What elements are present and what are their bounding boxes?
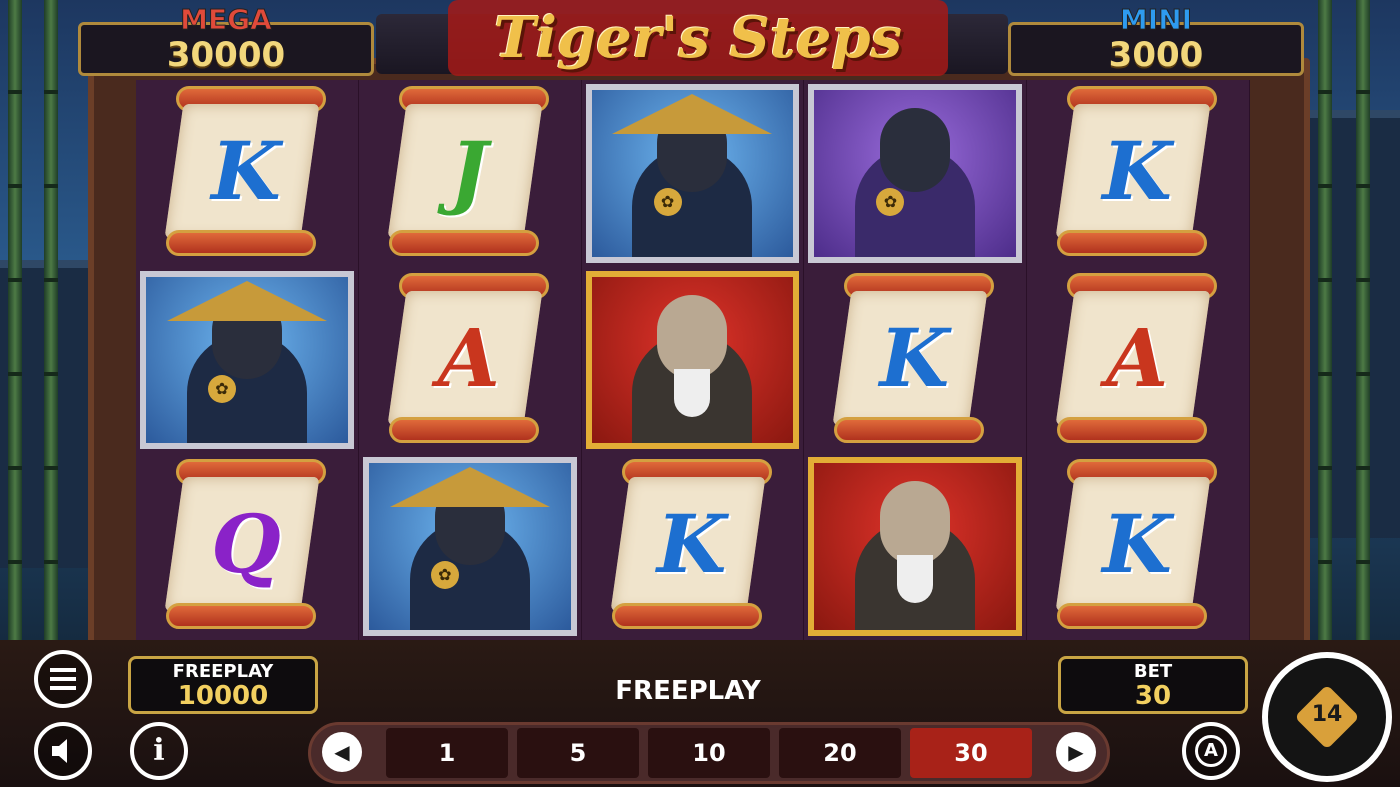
scroll-rod xyxy=(834,416,985,443)
scroll-symbol-k: K xyxy=(1055,86,1218,256)
reel-cell: K xyxy=(136,80,359,267)
balance-label: FREEPLAY xyxy=(172,661,274,682)
bet-option-1[interactable]: 1 xyxy=(386,728,508,778)
straw-hat xyxy=(612,94,773,134)
freeplay-balance: FREEPLAY 10000 xyxy=(128,656,318,714)
blue-ninja-symbol: ✿ xyxy=(362,457,577,636)
blue-ninja-symbol: ✿ xyxy=(585,84,800,263)
paw-emblem-icon: ✿ xyxy=(430,561,459,590)
info-button[interactable]: i xyxy=(130,722,188,780)
straw-hat xyxy=(166,280,327,321)
reel-grid: K J ✿ ✿ K ✿ A K A Q ✿ K K xyxy=(136,80,1250,640)
reel-cell: K xyxy=(582,453,805,640)
scroll-symbol-k: K xyxy=(610,459,772,630)
monk-symbol xyxy=(585,270,800,450)
bet-option-30[interactable]: 30 xyxy=(910,728,1032,778)
blue-ninja-symbol: ✿ xyxy=(140,270,354,450)
chevron-left-icon: ◀ xyxy=(334,740,350,764)
straw-hat xyxy=(389,467,550,508)
bet-prev-button[interactable]: ◀ xyxy=(322,732,362,772)
symbol-letter: K xyxy=(211,124,281,218)
menu-button[interactable] xyxy=(34,650,92,708)
reel-cell: A xyxy=(1027,266,1250,454)
autoplay-icon: A xyxy=(1195,735,1227,767)
bet-next-button[interactable]: ▶ xyxy=(1056,732,1096,772)
reel-cell: Q xyxy=(136,453,359,640)
symbol-letter: K xyxy=(879,310,950,405)
mega-jackpot-label: MEGA xyxy=(180,3,273,37)
scroll-symbol-k: K xyxy=(1055,459,1218,630)
scroll-rod xyxy=(388,416,539,443)
bamboo-stalk xyxy=(8,0,22,700)
mode-label: FREEPLAY xyxy=(615,676,761,706)
reel-cell: ✿ xyxy=(582,80,805,267)
monk-beard xyxy=(897,555,934,604)
reel-cell: ✿ xyxy=(136,266,359,454)
autoplay-button[interactable]: A xyxy=(1182,722,1240,780)
mini-jackpot: MINI 3000 xyxy=(1008,3,1304,76)
spin-button[interactable]: 14 xyxy=(1262,652,1392,782)
symbol-letter: A xyxy=(437,310,500,405)
spin-badge: 14 xyxy=(1311,702,1343,727)
scroll-rod xyxy=(611,603,762,630)
mini-jackpot-value: 3000 xyxy=(1108,35,1204,75)
reel-cell: K xyxy=(1027,80,1250,267)
scroll-symbol-q: Q xyxy=(164,459,326,630)
mega-jackpot-value: 30000 xyxy=(166,35,286,75)
bamboo-stalk xyxy=(44,0,58,700)
symbol-letter: K xyxy=(1102,497,1172,592)
monk-head xyxy=(657,294,728,379)
scroll-rod xyxy=(1057,230,1208,256)
symbol-letter: K xyxy=(1102,124,1172,218)
game-title: Tiger's Steps xyxy=(493,5,903,71)
bamboo-stalk xyxy=(1318,0,1332,700)
monk-symbol xyxy=(808,457,1023,636)
scroll-symbol-k: K xyxy=(164,86,326,256)
scroll-symbol-k: K xyxy=(832,272,995,443)
bet-option-10[interactable]: 10 xyxy=(648,728,770,778)
reel-cell: ✿ xyxy=(804,80,1028,267)
scroll-symbol-a: A xyxy=(387,272,549,443)
symbol-letter: Q xyxy=(211,497,281,592)
scroll-symbol-j: J xyxy=(387,86,549,256)
reel-cell xyxy=(804,453,1028,640)
reel-cell: ✿ xyxy=(359,453,582,640)
purple-ninja-symbol: ✿ xyxy=(808,84,1023,263)
mega-jackpot: MEGA 30000 xyxy=(78,3,374,76)
bet-label: BET xyxy=(1133,661,1173,682)
bet-display: BET 30 xyxy=(1058,656,1248,714)
reel-cell: J xyxy=(359,80,582,267)
scroll-rod xyxy=(1057,603,1208,630)
reel-cell: A xyxy=(359,266,582,454)
chevron-right-icon: ▶ xyxy=(1068,740,1084,764)
monk-head xyxy=(880,481,951,566)
bet-value: 30 xyxy=(1134,681,1172,711)
balance-value: 10000 xyxy=(177,681,269,711)
symbol-letter: J xyxy=(449,124,488,218)
scroll-rod xyxy=(1057,416,1208,443)
scroll-rod xyxy=(166,230,316,256)
symbol-letter: K xyxy=(656,497,727,592)
ninja-head xyxy=(880,108,951,192)
paw-emblem-icon: ✿ xyxy=(653,188,682,216)
reel-cell xyxy=(582,266,805,454)
bet-option-5[interactable]: 5 xyxy=(517,728,639,778)
reel-cell: K xyxy=(1027,453,1250,640)
scroll-symbol-a: A xyxy=(1055,272,1218,443)
monk-beard xyxy=(674,368,711,417)
symbol-letter: A xyxy=(1106,310,1169,405)
sound-button[interactable] xyxy=(34,722,92,780)
speaker-icon xyxy=(52,739,67,763)
paw-emblem-icon: ✿ xyxy=(208,374,236,403)
bamboo-stalk xyxy=(1356,0,1370,700)
scroll-rod xyxy=(388,230,539,256)
scroll-rod xyxy=(166,603,316,630)
reel-cell: K xyxy=(804,266,1028,454)
bet-option-20[interactable]: 20 xyxy=(779,728,901,778)
info-icon: i xyxy=(130,722,188,780)
mini-jackpot-label: MINI xyxy=(1119,3,1193,37)
temple-right xyxy=(1300,110,1400,538)
menu-icon xyxy=(50,668,76,690)
